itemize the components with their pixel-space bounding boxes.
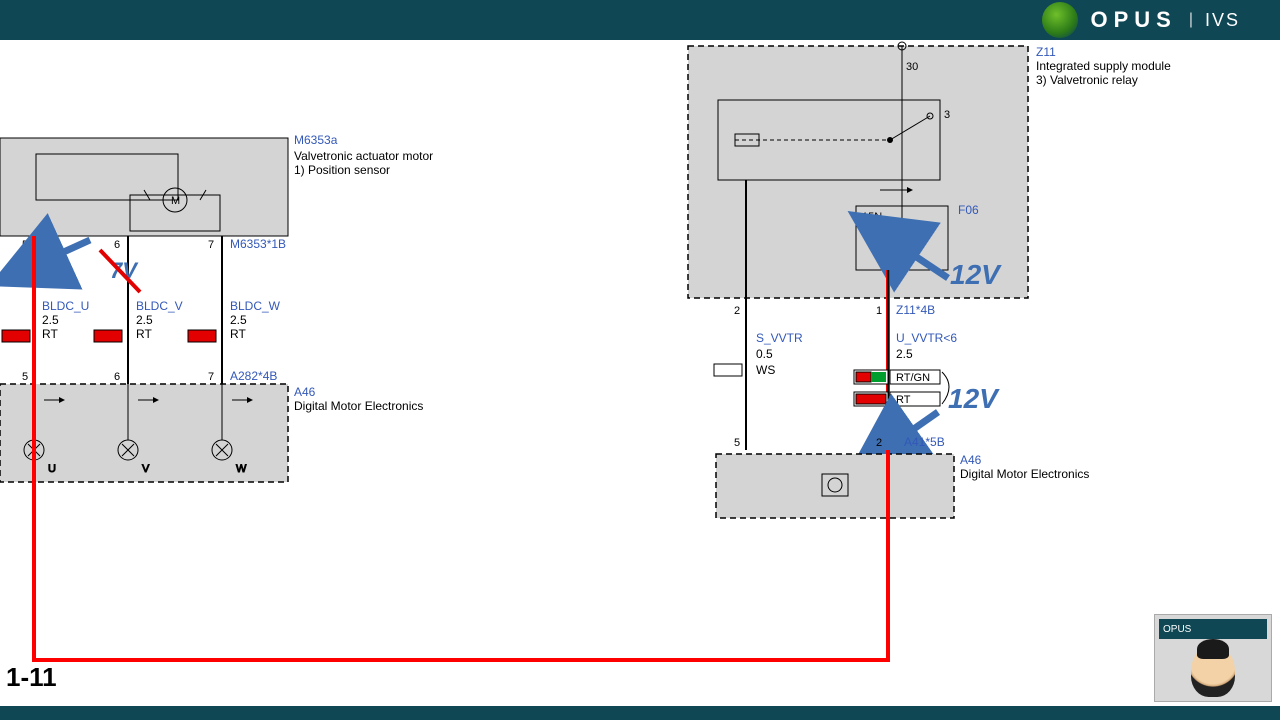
bldc-v-name: BLDC_V bbox=[136, 299, 183, 313]
z11-note: 3) Valvetronic relay bbox=[1036, 73, 1138, 87]
svvtr-gauge: 0.5 bbox=[756, 347, 773, 361]
webcam-header: OPUS bbox=[1159, 619, 1267, 639]
pin-3: 3 bbox=[944, 109, 950, 121]
bldc-w-gauge: 2.5 bbox=[230, 313, 247, 327]
comp-id-left: M6353a bbox=[294, 133, 338, 147]
bldc-v-gauge: 2.5 bbox=[136, 313, 153, 327]
pin-30: 30 bbox=[906, 61, 918, 73]
annotation-7v: 7V bbox=[110, 258, 139, 283]
bldc-u-gauge: 2.5 bbox=[42, 313, 59, 327]
a46-name-left: Digital Motor Electronics bbox=[294, 399, 423, 413]
webcam-overlay: OPUS bbox=[1154, 614, 1272, 702]
svvtr-color: WS bbox=[756, 363, 775, 377]
header: OPUS | IVS bbox=[0, 0, 1280, 40]
fuse-id: F06 bbox=[958, 203, 979, 217]
svvtr-name: S_VVTR bbox=[756, 331, 803, 345]
phase-v: V bbox=[142, 463, 150, 475]
uvvtr-gauge: 2.5 bbox=[896, 347, 913, 361]
comp-note-left: 1) Position sensor bbox=[294, 163, 390, 177]
a46r-name: Digital Motor Electronics bbox=[960, 467, 1089, 481]
brand: OPUS | IVS bbox=[1042, 2, 1240, 38]
z11-id: Z11 bbox=[1036, 45, 1056, 59]
fuse-rating: 40A bbox=[900, 233, 920, 245]
bldc-u-color: RT bbox=[42, 327, 58, 341]
presenter-face-icon bbox=[1191, 645, 1235, 697]
uvvtr-c2: RT bbox=[896, 394, 911, 406]
arrow-annotation-left bbox=[46, 240, 90, 260]
motor-m-icon: M bbox=[171, 195, 180, 207]
annotation-12v-top: 12V bbox=[950, 259, 1002, 290]
a46-id-left: A46 bbox=[294, 385, 316, 399]
phase-u: U bbox=[48, 463, 56, 475]
color-swatch-u bbox=[2, 330, 30, 342]
bldc-v-color: RT bbox=[136, 327, 152, 341]
uvvtr-name: U_VVTR<6 bbox=[896, 331, 957, 345]
pin-5r: 5 bbox=[734, 437, 740, 449]
z11-name: Integrated supply module bbox=[1036, 59, 1171, 73]
pin-2br: 2 bbox=[876, 437, 882, 449]
conn-top-left: M6353*1B bbox=[230, 237, 286, 251]
pin-6-top: 6 bbox=[114, 239, 120, 251]
conn-z11: Z11*4B bbox=[896, 303, 935, 317]
pin-7-bot: 7 bbox=[208, 371, 214, 383]
bldc-w-color: RT bbox=[230, 327, 246, 341]
annotation-12v-bot: 12V bbox=[948, 383, 1000, 414]
conn-a46r: A41*5B bbox=[904, 435, 945, 449]
footer-bar bbox=[0, 706, 1280, 720]
brand-sub: IVS bbox=[1205, 10, 1240, 31]
pin-5-top: 5 bbox=[22, 239, 28, 251]
wiring-diagram: M M6353a Valvetronic actuator motor 1) P… bbox=[0, 40, 1280, 706]
conn-bot-left: A282*4B bbox=[230, 369, 277, 383]
color-swatch-w bbox=[188, 330, 216, 342]
pin-1r: 1 bbox=[876, 305, 882, 317]
color-swatch-ws bbox=[714, 364, 742, 376]
comp-name-left: Valvetronic actuator motor bbox=[294, 149, 433, 163]
a46r-id: A46 bbox=[960, 453, 982, 467]
brand-logo-icon bbox=[1042, 2, 1078, 38]
bldc-u-name: BLDC_U bbox=[42, 299, 89, 313]
color-swatch-v bbox=[94, 330, 122, 342]
brand-separator: | bbox=[1189, 11, 1193, 29]
pin-2r: 2 bbox=[734, 305, 740, 317]
bldc-w-name: BLDC_W bbox=[230, 299, 281, 313]
fuse-slot: 15N bbox=[862, 211, 882, 223]
brand-name: OPUS bbox=[1090, 7, 1176, 33]
slide-number: 1-11 bbox=[6, 662, 57, 692]
pin-7-top: 7 bbox=[208, 239, 214, 251]
uvvtr-c1: RT/GN bbox=[896, 372, 930, 384]
phase-w: W bbox=[236, 463, 247, 475]
pin-5-bot: 5 bbox=[22, 371, 28, 383]
pin-6-bot: 6 bbox=[114, 371, 120, 383]
